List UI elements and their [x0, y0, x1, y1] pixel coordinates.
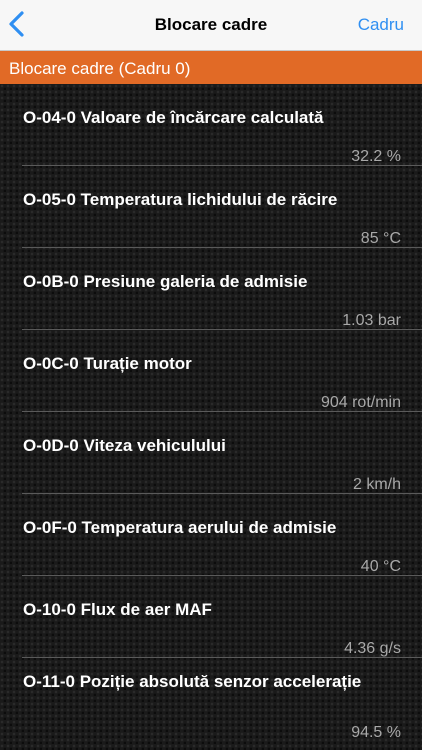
parameter-value: 40 °C	[360, 558, 401, 575]
list-item[interactable]: O-0B-0 Presiune galeria de admisie 1.03 …	[0, 248, 422, 330]
parameter-label: O-0D-0 Viteza vehiculului	[23, 436, 226, 455]
section-header: Blocare cadre (Cadru 0)	[0, 51, 422, 84]
list-item[interactable]: O-0C-0 Turație motor 904 rot/min	[0, 330, 422, 412]
list-item[interactable]: O-11-0 Poziție absolută senzor acceleraț…	[0, 658, 422, 750]
parameter-value: 85 °C	[360, 230, 401, 247]
parameter-value: 4.36 g/s	[344, 640, 401, 657]
parameter-value: 904 rot/min	[320, 394, 401, 411]
frame-button[interactable]: Cadru	[358, 0, 404, 50]
list-item[interactable]: O-05-0 Temperatura lichidului de răcire …	[0, 166, 422, 248]
parameter-value: 1.03 bar	[342, 312, 401, 329]
list-item[interactable]: O-0D-0 Viteza vehiculului 2 km/h	[0, 412, 422, 494]
parameter-value: 2 km/h	[352, 476, 401, 493]
parameter-label: O-10-0 Flux de aer MAF	[23, 600, 212, 619]
navigation-bar: Blocare cadre Cadru	[0, 0, 422, 51]
parameter-label: O-04-0 Valoare de încărcare calculată	[23, 108, 324, 127]
parameter-label: O-0B-0 Presiune galeria de admisie	[23, 272, 308, 291]
parameter-value: 32.2 %	[351, 148, 401, 165]
list-item[interactable]: O-04-0 Valoare de încărcare calculată 32…	[0, 84, 422, 166]
parameter-label: O-05-0 Temperatura lichidului de răcire	[23, 190, 338, 209]
list-item[interactable]: O-0F-0 Temperatura aerului de admisie 40…	[0, 494, 422, 576]
parameter-label: O-11-0 Poziție absolută senzor acceleraț…	[23, 672, 362, 691]
list-item[interactable]: O-10-0 Flux de aer MAF 4.36 g/s	[0, 576, 422, 658]
parameter-list[interactable]: O-04-0 Valoare de încărcare calculată 32…	[0, 84, 422, 750]
parameter-label: O-0F-0 Temperatura aerului de admisie	[23, 518, 337, 537]
parameter-label: O-0C-0 Turație motor	[23, 354, 192, 373]
parameter-value: 94.5 %	[351, 724, 401, 741]
